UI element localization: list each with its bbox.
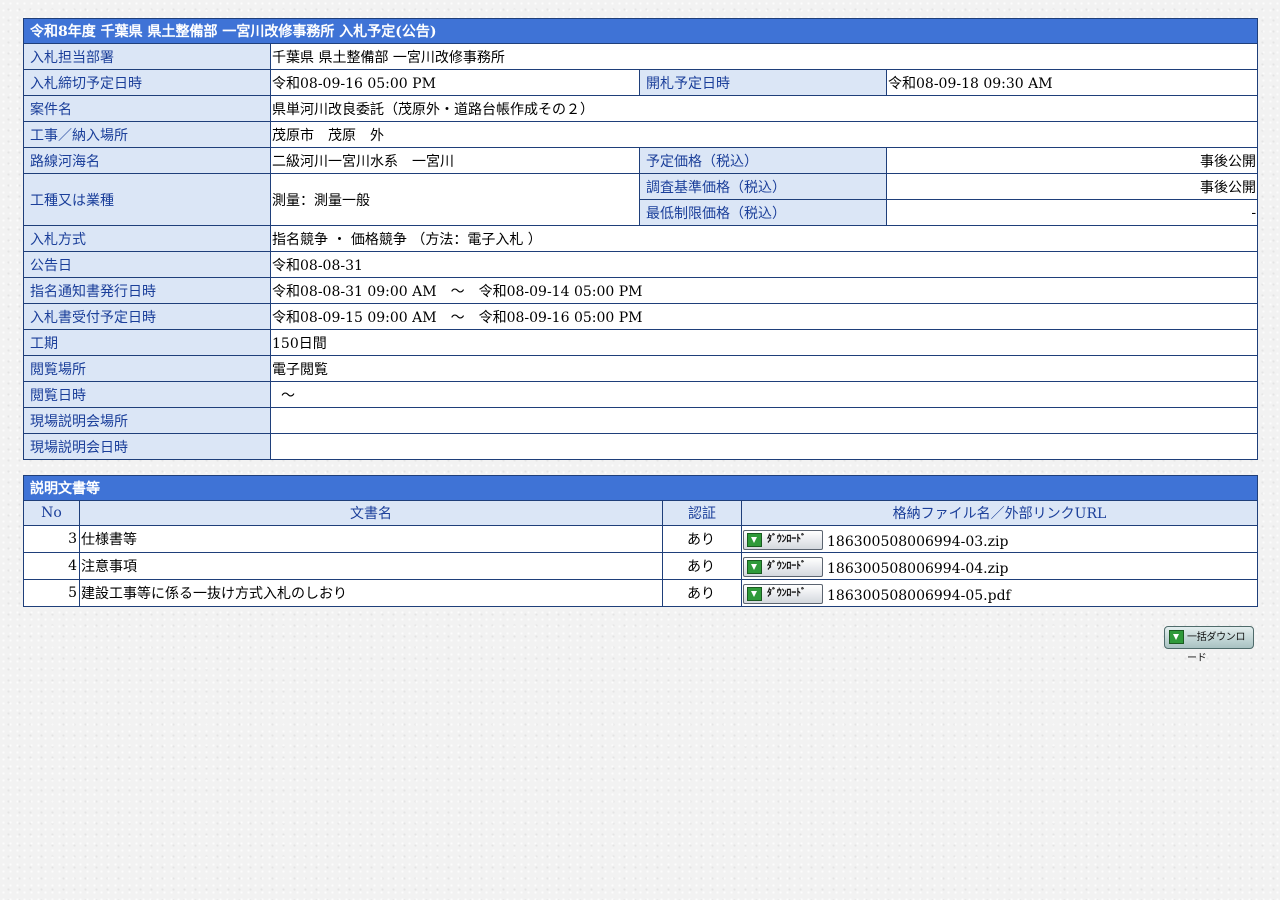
- min-price-label: 最低制限価格（税込）: [639, 199, 887, 226]
- download-button-label: ﾀﾞｳﾝﾛｰﾄﾞ: [767, 560, 806, 572]
- work-type-value: 測量：測量一般: [270, 173, 640, 226]
- col-header-name: 文書名: [79, 500, 663, 526]
- doc-auth: あり: [662, 525, 742, 553]
- download-icon: [747, 559, 762, 574]
- location-value: 茂原市 茂原 外: [269, 121, 1259, 148]
- doc-auth: あり: [662, 579, 742, 607]
- view-date-label: 閲覧日時: [23, 381, 271, 408]
- route-label: 路線河海名: [23, 147, 271, 174]
- term-value: 150日間: [269, 329, 1259, 356]
- documents-title: 説明文書等: [23, 475, 1258, 501]
- announcement-table: 令和8年度 千葉県 県土整備部 一宮川改修事務所 入札予定(公告) 入札担当部署…: [22, 18, 1259, 460]
- deadline-value: 令和08-09-16 05:00 PM: [270, 69, 640, 96]
- case-name-value: 県単河川改良委託（茂原外・道路台帳作成その２）: [269, 95, 1259, 122]
- table-row: 4 注意事項 あり ﾀﾞｳﾝﾛｰﾄﾞ 186300508006994-04.zip: [23, 552, 1258, 580]
- view-place-value: 電子閲覧: [269, 355, 1259, 382]
- opening-label: 開札予定日時: [639, 69, 887, 96]
- notice-period-value: 令和08-08-31 09:00 AM ～ 令和08-09-14 05:00 P…: [269, 277, 1259, 304]
- announce-date-label: 公告日: [23, 251, 271, 278]
- download-button[interactable]: ﾀﾞｳﾝﾛｰﾄﾞ: [743, 556, 823, 577]
- bid-accept-label: 入札書受付予定日時: [23, 303, 271, 330]
- notice-period-label: 指名通知書発行日時: [23, 277, 271, 304]
- site-date-value: [269, 433, 1259, 460]
- doc-file-cell: ﾀﾞｳﾝﾛｰﾄﾞ 186300508006994-03.zip: [741, 525, 1258, 553]
- download-icon: [747, 532, 762, 547]
- doc-name: 仕様書等: [79, 525, 663, 553]
- table-row: 5 建設工事等に係る一抜け方式入札のしおり あり ﾀﾞｳﾝﾛｰﾄﾞ 1863005…: [23, 579, 1258, 607]
- case-name-label: 案件名: [23, 95, 271, 122]
- location-label: 工事／納入場所: [23, 121, 271, 148]
- download-button-label: ﾀﾞｳﾝﾛｰﾄﾞ: [767, 533, 806, 545]
- term-label: 工期: [23, 329, 271, 356]
- download-button[interactable]: ﾀﾞｳﾝﾛｰﾄﾞ: [743, 583, 823, 604]
- doc-file-cell: ﾀﾞｳﾝﾛｰﾄﾞ 186300508006994-05.pdf: [741, 579, 1258, 607]
- view-date-value: ～: [269, 381, 1259, 408]
- dept-label: 入札担当部署: [23, 43, 271, 70]
- work-type-label: 工種又は業種: [23, 173, 271, 226]
- doc-no: 4: [23, 552, 80, 580]
- download-icon: [747, 586, 762, 601]
- download-icon: [1169, 630, 1184, 644]
- deadline-label: 入札締切予定日時: [23, 69, 271, 96]
- site-place-label: 現場説明会場所: [23, 407, 271, 434]
- download-button-label: ﾀﾞｳﾝﾛｰﾄﾞ: [767, 587, 806, 599]
- survey-price-value: 事後公開: [885, 173, 1259, 200]
- doc-name: 建設工事等に係る一抜け方式入札のしおり: [79, 579, 663, 607]
- site-place-value: [269, 407, 1259, 434]
- doc-file-cell: ﾀﾞｳﾝﾛｰﾄﾞ 186300508006994-04.zip: [741, 552, 1258, 580]
- method-label: 入札方式: [23, 225, 271, 252]
- col-header-auth: 認証: [662, 500, 742, 526]
- doc-name: 注意事項: [79, 552, 663, 580]
- dept-value: 千葉県 県土整備部 一宮川改修事務所: [269, 43, 1259, 70]
- route-value: 二級河川一宮川水系 一宮川: [270, 147, 640, 174]
- documents-table: 説明文書等 No 文書名 認証 格納ファイル名／外部リンクURL 3 仕様書等 …: [23, 475, 1258, 607]
- doc-file-name: 186300508006994-03.zip: [827, 533, 1009, 550]
- download-button[interactable]: ﾀﾞｳﾝﾛｰﾄﾞ: [743, 529, 823, 550]
- site-date-label: 現場説明会日時: [23, 433, 271, 460]
- doc-no: 3: [23, 525, 80, 553]
- doc-auth: あり: [662, 552, 742, 580]
- table-row: 3 仕様書等 あり ﾀﾞｳﾝﾛｰﾄﾞ 186300508006994-03.zip: [23, 525, 1258, 553]
- doc-file-name: 186300508006994-04.zip: [827, 560, 1009, 577]
- planned-price-label: 予定価格（税込）: [639, 147, 887, 174]
- bulk-download-label: 一括ダウンロード: [1187, 632, 1246, 664]
- announcement-title: 令和8年度 千葉県 県土整備部 一宮川改修事務所 入札予定(公告): [22, 18, 1259, 44]
- bid-accept-value: 令和08-09-15 09:00 AM ～ 令和08-09-16 05:00 P…: [269, 303, 1259, 330]
- min-price-value: -: [885, 199, 1259, 226]
- method-value: 指名競争 ・ 価格競争 （方法：電子入札 ）: [269, 225, 1259, 252]
- bulk-download-button[interactable]: 一括ダウンロード: [1164, 626, 1254, 664]
- survey-price-label: 調査基準価格（税込）: [639, 173, 887, 200]
- planned-price-value: 事後公開: [885, 147, 1259, 174]
- view-place-label: 閲覧場所: [23, 355, 271, 382]
- doc-no: 5: [23, 579, 80, 607]
- announce-date-value: 令和08-08-31: [269, 251, 1259, 278]
- opening-value: 令和08-09-18 09:30 AM: [885, 69, 1259, 96]
- col-header-no: No: [23, 500, 80, 526]
- doc-file-name: 186300508006994-05.pdf: [827, 587, 1011, 604]
- col-header-file: 格納ファイル名／外部リンクURL: [741, 500, 1258, 526]
